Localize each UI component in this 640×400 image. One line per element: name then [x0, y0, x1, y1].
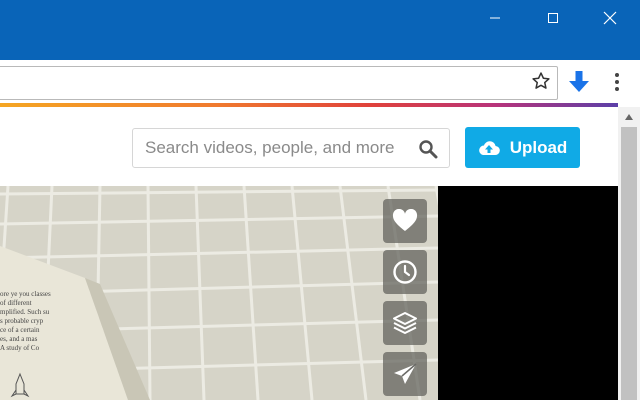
watch-later-button[interactable] [383, 250, 427, 294]
bookmark-star-icon[interactable] [530, 70, 552, 92]
paper-plane-icon [394, 363, 417, 384]
maximize-button[interactable] [530, 0, 576, 36]
book-page-text: ore ye you classes of different mplified… [0, 290, 85, 360]
share-button[interactable] [383, 352, 427, 396]
clock-icon [393, 260, 417, 284]
book-line: mplified. Such su [0, 308, 50, 316]
collections-button[interactable] [383, 301, 427, 345]
cloud-upload-icon [478, 140, 500, 156]
book-line: s probable cryp [0, 317, 44, 325]
like-button[interactable] [383, 199, 427, 243]
scrollbar-thumb[interactable] [621, 127, 637, 400]
search-box [132, 128, 450, 168]
book-line: es, and a mas [0, 335, 38, 343]
address-bar[interactable] [0, 66, 558, 100]
close-icon [603, 11, 617, 25]
close-button[interactable] [587, 0, 633, 36]
rocket-illustration [10, 372, 30, 398]
kebab-menu-icon[interactable] [608, 70, 626, 94]
upload-button[interactable]: Upload [465, 127, 580, 168]
video-letterbox [438, 186, 618, 400]
chevron-up-icon [625, 114, 633, 120]
search-input[interactable] [145, 129, 405, 167]
book-line: ce of a certain [0, 326, 40, 334]
download-arrow-icon[interactable] [567, 69, 591, 95]
book-line: ore ye you classes [0, 290, 51, 298]
heart-icon [392, 209, 418, 231]
layers-icon [393, 312, 417, 334]
minimize-icon [490, 17, 500, 19]
book-line: of different [0, 299, 32, 307]
scroll-up-button[interactable] [618, 107, 640, 127]
search-icon[interactable] [417, 138, 439, 160]
maximize-icon [548, 13, 558, 23]
book-line: A study of Co [0, 344, 40, 352]
minimize-button[interactable] [472, 0, 518, 36]
upload-label: Upload [509, 137, 568, 157]
